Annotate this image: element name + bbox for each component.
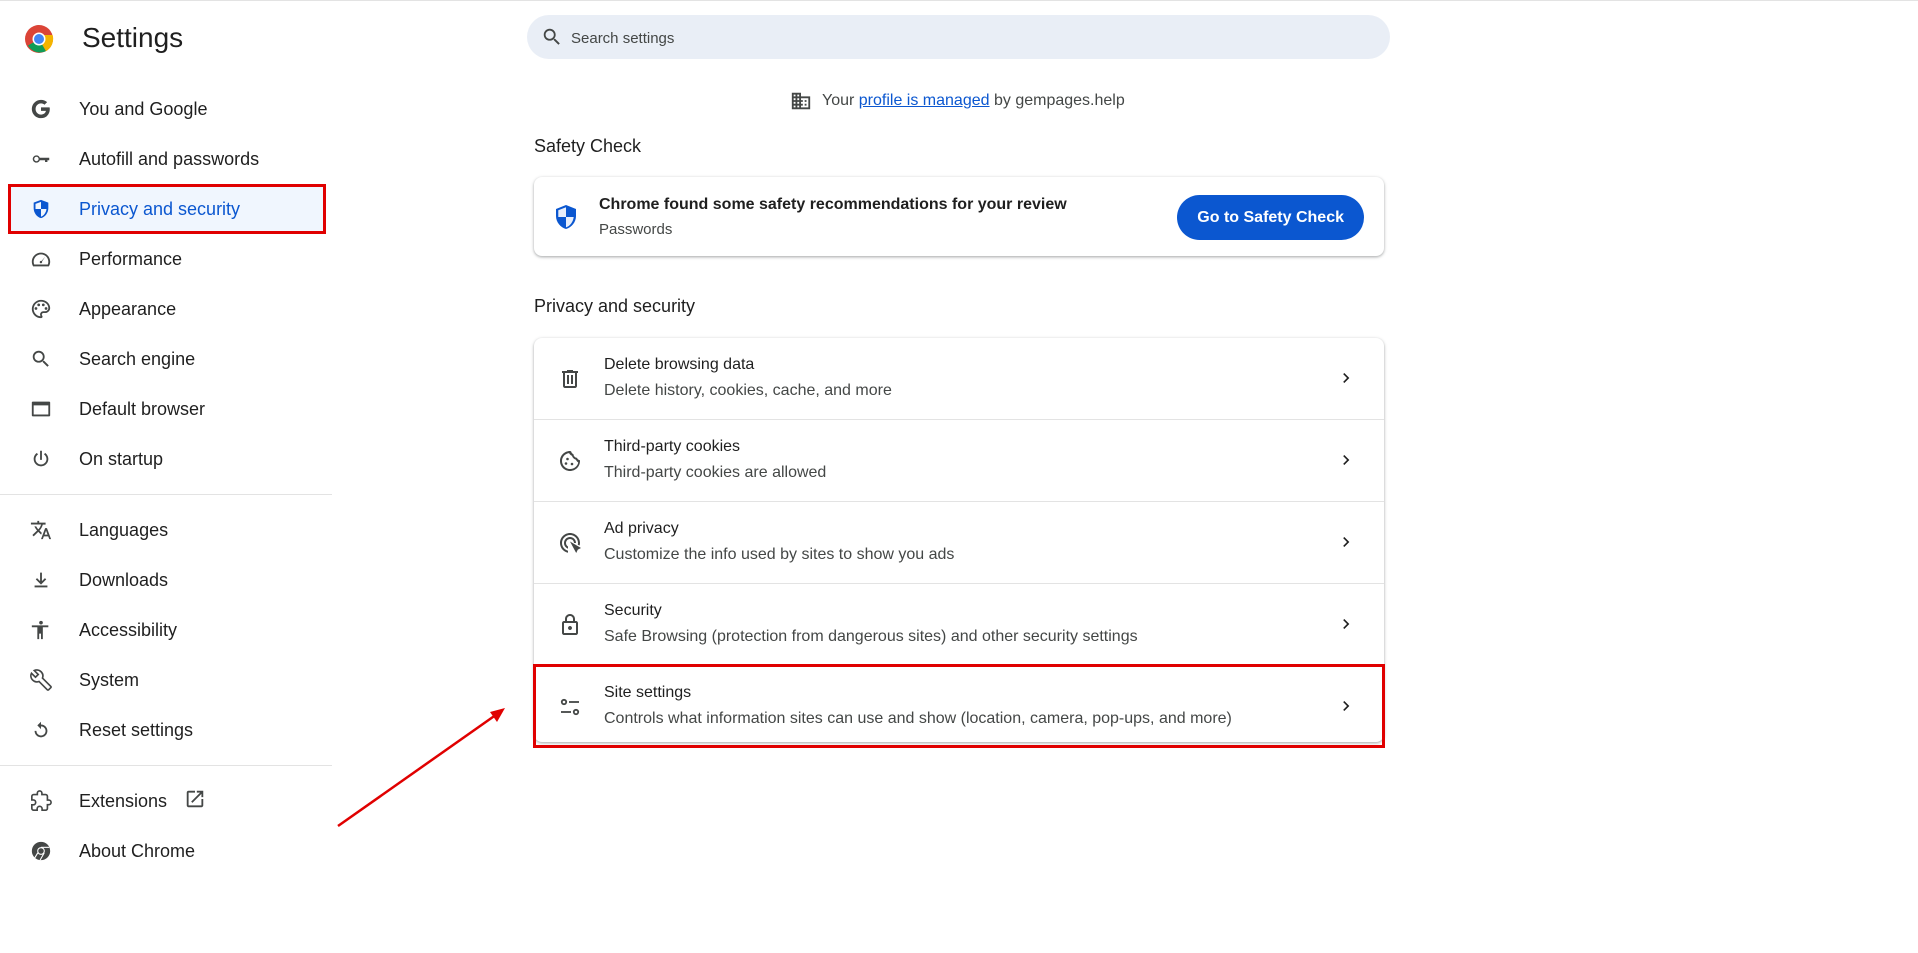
safety-check-heading: Safety Check [534,136,642,156]
browser-window-icon [29,397,53,421]
sidebar: You and Google Autofill and passwords Pr… [0,84,332,876]
privacy-list: Delete browsing data Delete history, coo… [533,338,1385,748]
search-input[interactable] [569,15,1353,61]
sidebar-item-label: Languages [79,519,169,540]
trash-icon [558,367,582,391]
row-title: Third-party cookies [604,438,741,455]
row-title: Security [604,602,662,619]
sidebar-item-autofill[interactable]: Autofill and passwords [0,134,332,184]
sidebar-item-performance[interactable]: Performance [0,234,332,284]
open-in-new-icon[interactable] [184,788,206,815]
sidebar-item-privacy-and-security[interactable]: Privacy and security [8,184,326,234]
sidebar-divider [0,494,332,495]
sidebar-item-label: Appearance [79,298,177,319]
sidebar-item-label: Default browser [79,398,206,419]
sidebar-item-label: Privacy and security [79,198,241,219]
chevron-right-icon [1343,701,1350,711]
chevron-right-icon [1343,373,1350,383]
sidebar-item-appearance[interactable]: Appearance [0,284,332,334]
building-icon [791,92,811,110]
power-icon [29,447,53,471]
shield-check-icon [556,205,576,229]
managed-notice: Your profile is managed by gempages.help [790,90,1125,112]
sidebar-item-on-startup[interactable]: On startup [0,434,332,484]
managed-prefix: Your [822,92,855,109]
sidebar-item-about-chrome[interactable]: About Chrome [0,826,332,876]
chevron-right-icon [1343,619,1350,629]
safety-check-subtitle: Passwords [599,221,673,238]
sidebar-item-accessibility[interactable]: Accessibility [0,605,332,655]
sidebar-divider [0,765,332,766]
puzzle-icon [29,789,53,813]
row-title: Ad privacy [604,520,679,537]
chrome-logo-icon [25,25,54,53]
go-to-safety-check-button[interactable]: Go to Safety Check [1177,195,1364,240]
row-site-settings[interactable]: Site settings Controls what information … [533,664,1385,748]
safety-check-card: Chrome found some safety recommendations… [534,177,1384,256]
safety-check-title: Chrome found some safety recommendations… [599,196,1067,213]
sidebar-item-label: Autofill and passwords [79,148,260,169]
page-title: Settings [82,22,184,53]
profile-managed-link[interactable]: profile is managed [859,92,990,109]
chevron-right-icon [1343,455,1350,465]
sidebar-item-system[interactable]: System [0,655,332,705]
sidebar-item-extensions[interactable]: Extensions [0,776,332,826]
top-border [0,0,1918,1]
row-third-party-cookies[interactable]: Third-party cookies Third-party cookies … [534,419,1384,501]
privacy-heading: Privacy and security [534,296,696,316]
row-subtitle: Safe Browsing (protection from dangerous… [604,628,1138,645]
sidebar-item-label: Downloads [79,569,169,590]
row-security[interactable]: Security Safe Browsing (protection from … [534,583,1384,665]
annotation-arrow [337,708,505,828]
google-g-icon [29,97,53,121]
translate-icon [29,518,53,542]
accessibility-icon [29,618,53,642]
row-title: Site settings [604,684,692,701]
sidebar-item-you-and-google[interactable]: You and Google [0,84,332,134]
sidebar-item-label: Accessibility [79,619,178,640]
sidebar-item-label: On startup [79,448,164,469]
sidebar-item-label: Performance [79,248,183,269]
sidebar-item-label: Extensions [79,790,168,811]
row-ad-privacy[interactable]: Ad privacy Customize the info used by si… [534,501,1384,583]
sidebar-item-label: System [79,669,140,690]
download-icon [29,568,53,592]
sidebar-item-downloads[interactable]: Downloads [0,555,332,605]
search-bar[interactable] [527,15,1390,61]
chrome-icon [29,839,53,863]
wrench-icon [29,668,53,692]
key-icon [29,147,53,171]
managed-suffix: by gempages.help [993,92,1125,109]
sidebar-item-search-engine[interactable]: Search engine [0,334,332,384]
sidebar-item-label: You and Google [79,98,208,119]
row-subtitle: Delete history, cookies, cache, and more [604,382,892,399]
search-icon [29,347,53,371]
sidebar-item-languages[interactable]: Languages [0,505,332,555]
tune-icon [558,695,582,719]
row-subtitle: Third-party cookies are allowed [604,464,827,481]
search-icon [543,28,560,45]
row-subtitle: Customize the info used by sites to show… [604,546,955,563]
ad-privacy-icon [558,531,582,555]
lock-icon [558,613,582,637]
row-subtitle: Controls what information sites can use … [604,710,1232,727]
row-title: Delete browsing data [604,356,755,373]
sidebar-item-reset-settings[interactable]: Reset settings [0,705,332,755]
sidebar-item-label: About Chrome [79,840,196,861]
palette-icon [29,297,53,321]
cookie-icon [558,449,582,473]
speedometer-icon [29,247,53,271]
sidebar-item-label: Search engine [79,348,196,369]
shield-icon [29,197,53,221]
sidebar-item-default-browser[interactable]: Default browser [0,384,332,434]
reset-icon [29,718,53,742]
sidebar-item-label: Reset settings [79,719,194,740]
row-delete-browsing-data[interactable]: Delete browsing data Delete history, coo… [534,338,1384,419]
chevron-right-icon [1343,537,1350,547]
